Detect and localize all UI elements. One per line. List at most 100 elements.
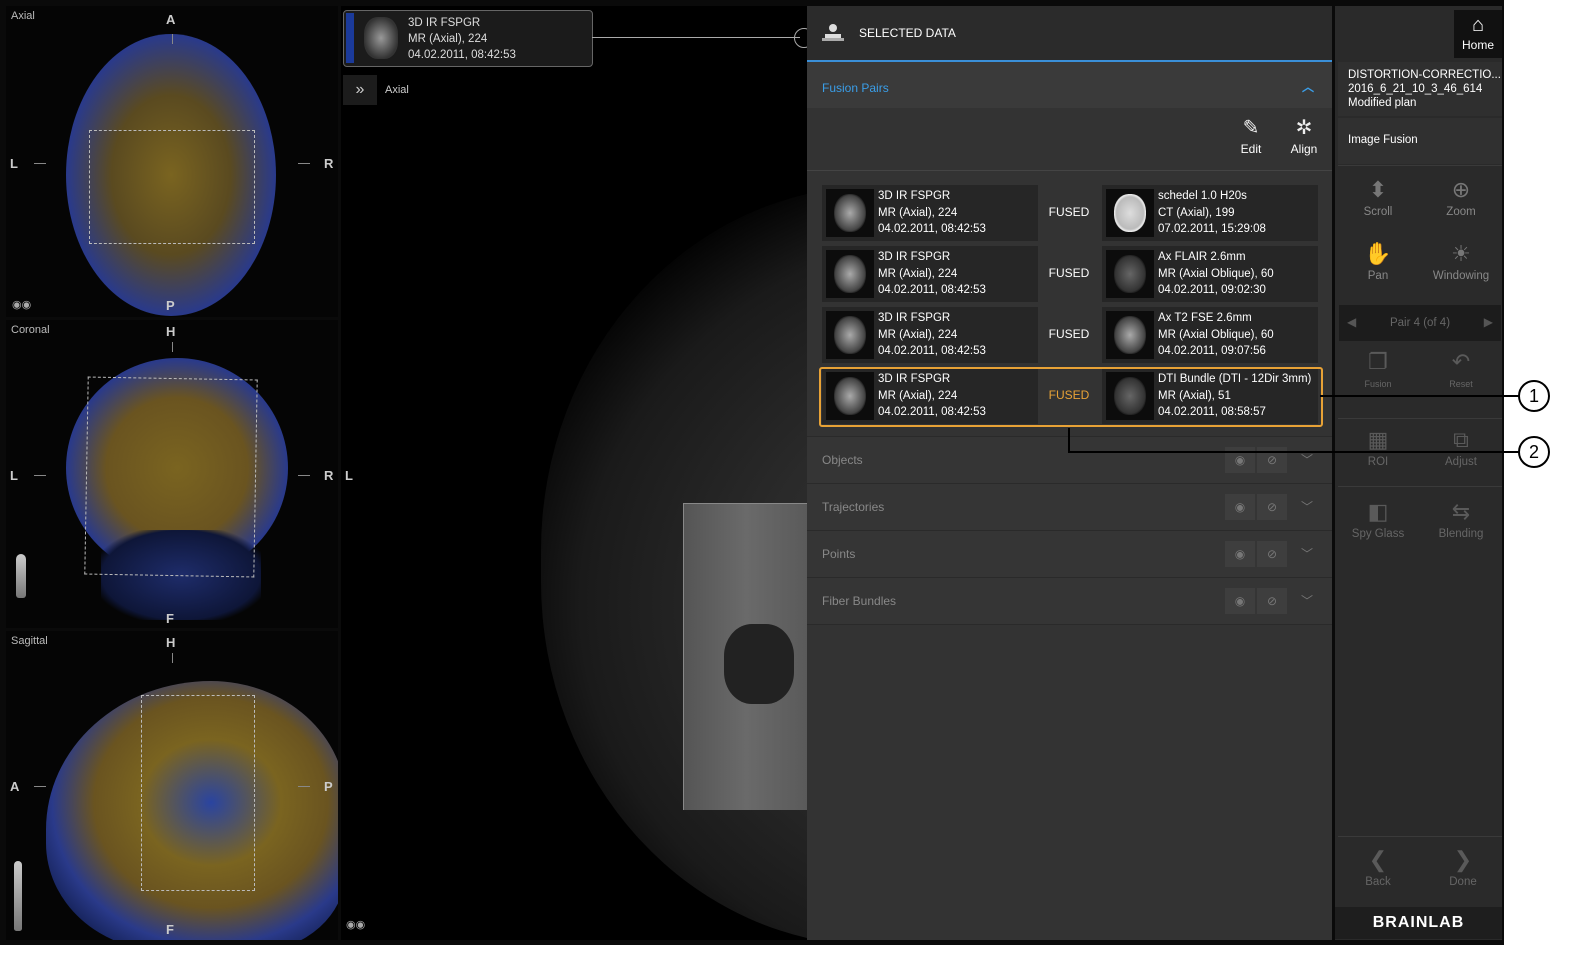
callout-2: 2 bbox=[1518, 436, 1550, 468]
eye-off-icon[interactable]: ⊘ bbox=[1257, 494, 1287, 520]
series-thumbnail bbox=[826, 250, 874, 298]
fusion-pair-row-selected[interactable]: 3D IR FSPGR MR (Axial), 224 04.02.2011, 08… bbox=[819, 368, 1319, 424]
next-pair-icon[interactable]: ▶ bbox=[1484, 315, 1493, 329]
eye-off-icon[interactable]: ⊘ bbox=[1257, 588, 1287, 614]
main-view-series-card[interactable]: 3D IR FSPGR MR (Axial), 224 04.02.2011, … bbox=[343, 10, 593, 67]
series-name: 3D IR FSPGR bbox=[878, 190, 951, 202]
fusion-pairs-title: Fusion Pairs bbox=[822, 81, 889, 95]
fusion-status: FUSED bbox=[1048, 205, 1090, 219]
eye-off-icon[interactable]: ⊘ bbox=[1257, 541, 1287, 567]
adjust-button[interactable]: ⧉ Adjust bbox=[1421, 424, 1501, 486]
section-label: Points bbox=[822, 547, 856, 561]
section-label: Fiber Bundles bbox=[822, 594, 897, 608]
points-section[interactable]: Points ◉ ⊘ ﹀ bbox=[807, 530, 1332, 577]
home-icon: ⌂ bbox=[1471, 14, 1485, 36]
series-thumbnail bbox=[364, 17, 398, 59]
fusion-pair-target[interactable]: Ax FLAIR 2.6mm MR (Axial Oblique), 60 04.0… bbox=[1102, 246, 1318, 302]
series-date: 04.02.2011, 08:42:53 bbox=[878, 223, 986, 235]
series-name: 3D IR FSPGR bbox=[878, 251, 951, 263]
series-date: 04.02.2011, 09:02:30 bbox=[1158, 284, 1266, 296]
series-color-bar bbox=[346, 13, 354, 63]
fusion-pair-reference[interactable]: 3D IR FSPGR MR (Axial), 224 04.02.2011, 08… bbox=[822, 307, 1038, 363]
section-label: Trajectories bbox=[822, 500, 885, 514]
fusion-pair-row[interactable]: 3D IR FSPGR MR (Axial), 224 04.02.2011, 08… bbox=[819, 307, 1319, 363]
pair-navigator[interactable]: ◀ Pair 4 (of 4) ▶ bbox=[1339, 305, 1501, 341]
callout-line bbox=[1320, 395, 1520, 397]
orientation-right: P bbox=[324, 779, 333, 794]
adjust-label: Adjust bbox=[1445, 456, 1477, 468]
chevron-down-icon[interactable]: ﹀ bbox=[1301, 451, 1313, 468]
series-name: 3D IR FSPGR bbox=[878, 312, 951, 324]
double-chevron-right-icon[interactable]: » bbox=[343, 75, 377, 105]
fusion-pair-reference[interactable]: 3D IR FSPGR MR (Axial), 224 04.02.2011, 08… bbox=[822, 368, 1038, 424]
series-date: 04.02.2011, 08:42:53 bbox=[878, 406, 986, 418]
roi-box[interactable] bbox=[89, 130, 255, 244]
fiber-bundles-section[interactable]: Fiber Bundles ◉ ⊘ ﹀ bbox=[807, 577, 1332, 625]
zoom-button[interactable]: ⊕ Zoom bbox=[1421, 174, 1501, 236]
roi-box[interactable] bbox=[141, 695, 255, 891]
done-label: Done bbox=[1449, 876, 1477, 888]
done-button[interactable]: ❯ Done bbox=[1423, 844, 1503, 906]
windowing-button[interactable]: ☀ Windowing bbox=[1421, 238, 1501, 300]
orientation-right: R bbox=[324, 468, 334, 483]
edit-button[interactable]: ✎ Edit bbox=[1228, 114, 1274, 156]
eye-icon[interactable]: ◉ bbox=[1225, 494, 1255, 520]
view-eye-icon[interactable]: ◉◉ bbox=[12, 298, 31, 311]
series-date: 04.02.2011, 08:42:53 bbox=[878, 345, 986, 357]
scroll-label: Scroll bbox=[1363, 206, 1393, 218]
pencil-icon: ✎ bbox=[1242, 117, 1260, 139]
step-label: Image Fusion bbox=[1348, 134, 1418, 146]
chevron-down-icon[interactable]: ﹀ bbox=[1301, 498, 1313, 515]
divider bbox=[1338, 418, 1502, 419]
series-thumbnail bbox=[1106, 311, 1154, 359]
fusion-pairs-header[interactable]: Fusion Pairs ︿ bbox=[807, 62, 1332, 108]
home-button[interactable]: ⌂ Home bbox=[1454, 10, 1502, 58]
roi-button[interactable]: ▦ ROI bbox=[1338, 424, 1418, 486]
brand-name: BRAINLAB bbox=[1372, 914, 1465, 931]
series-date: 04.02.2011, 08:42:53 bbox=[408, 49, 516, 61]
scroll-icon: ⬍ bbox=[1368, 177, 1388, 202]
align-button[interactable]: ✲ Align bbox=[1281, 114, 1327, 156]
main-axial-view[interactable] bbox=[341, 6, 807, 940]
fusion-pair-reference[interactable]: 3D IR FSPGR MR (Axial), 224 04.02.2011, 08… bbox=[822, 246, 1038, 302]
chevron-up-icon[interactable]: ︿ bbox=[1302, 78, 1314, 95]
fusion-pair-reference[interactable]: 3D IR FSPGR MR (Axial), 224 04.02.2011, 08… bbox=[822, 185, 1038, 241]
fusion-pair-row[interactable]: 3D IR FSPGR MR (Axial), 224 04.02.2011, 08… bbox=[819, 246, 1319, 302]
axial-viewport[interactable]: Axial A P L R ◉◉ bbox=[6, 6, 338, 317]
series-name: DTI Bundle (DTI - 12Dir 3mm) bbox=[1158, 373, 1312, 385]
home-label: Home bbox=[1461, 38, 1494, 52]
reset-button[interactable]: ↶ Reset bbox=[1421, 346, 1501, 408]
view-eye-icon[interactable]: ◉◉ bbox=[346, 918, 365, 931]
trajectories-section[interactable]: Trajectories ◉ ⊘ ﹀ bbox=[807, 483, 1332, 530]
series-modality: MR (Axial Oblique), 60 bbox=[1158, 328, 1274, 341]
orientation-top: H bbox=[166, 324, 176, 339]
fusion-pair-target[interactable]: DTI Bundle (DTI - 12Dir 3mm) MR (Axial), … bbox=[1102, 368, 1318, 424]
windowing-icon: ☀ bbox=[1451, 241, 1471, 266]
fusion-pair-row[interactable]: 3D IR FSPGR MR (Axial), 224 04.02.2011, 08… bbox=[819, 185, 1319, 241]
scroll-button[interactable]: ⬍ Scroll bbox=[1338, 174, 1418, 236]
zoom-icon: ⊕ bbox=[1451, 177, 1471, 202]
eye-icon[interactable]: ◉ bbox=[1225, 588, 1255, 614]
brainlab-logo: BRAINLAB bbox=[1335, 907, 1502, 939]
chevron-down-icon[interactable]: ﹀ bbox=[1301, 592, 1313, 609]
fusion-button[interactable]: ❐ Fusion bbox=[1338, 346, 1418, 408]
series-modality: MR (Axial Oblique), 60 bbox=[1158, 267, 1274, 280]
orientation-bottom: F bbox=[166, 611, 174, 626]
patient-orientation-icon bbox=[16, 554, 26, 598]
fusion-label: Fusion bbox=[1364, 379, 1392, 389]
back-label: Back bbox=[1365, 876, 1391, 888]
spyglass-insert[interactable] bbox=[683, 503, 807, 810]
fusion-pair-target[interactable]: Ax T2 FSE 2.6mm MR (Axial Oblique), 60 04.… bbox=[1102, 307, 1318, 363]
eye-icon[interactable]: ◉ bbox=[1225, 541, 1255, 567]
pan-button[interactable]: ✋ Pan bbox=[1338, 238, 1418, 300]
sagittal-viewport[interactable]: Sagittal H F A P bbox=[6, 631, 338, 940]
orientation-top: A bbox=[166, 12, 176, 27]
blending-button[interactable]: ⇆ Blending bbox=[1421, 496, 1501, 558]
coronal-viewport[interactable]: Coronal H F L R bbox=[6, 320, 338, 628]
spy-glass-button[interactable]: ◧ Spy Glass bbox=[1338, 496, 1418, 558]
back-button[interactable]: ❮ Back bbox=[1338, 844, 1418, 906]
roi-box[interactable] bbox=[84, 376, 258, 578]
fusion-pair-target[interactable]: schedel 1.0 H20s CT (Axial), 199 07.02.201… bbox=[1102, 185, 1318, 241]
series-thumbnail bbox=[826, 311, 874, 359]
chevron-down-icon[interactable]: ﹀ bbox=[1301, 545, 1313, 562]
